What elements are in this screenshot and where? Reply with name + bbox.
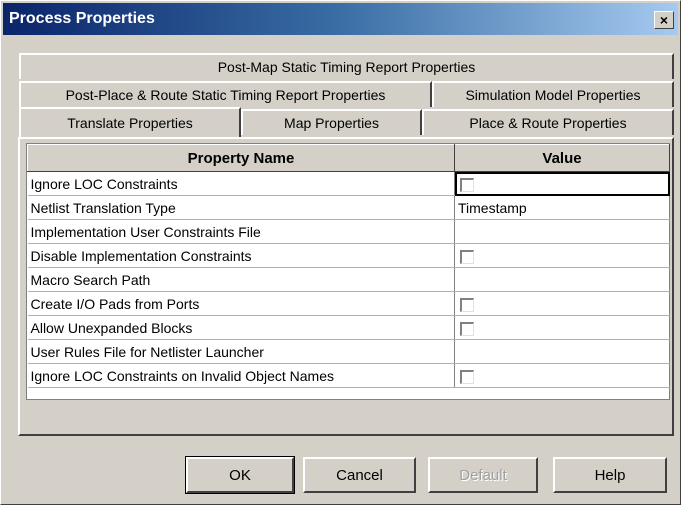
tab-label: Map Properties — [284, 115, 379, 131]
help-button[interactable]: Help — [553, 457, 667, 493]
table-row[interactable]: User Rules File for Netlister Launcher — [27, 339, 670, 364]
property-name-cell[interactable]: Allow Unexpanded Blocks — [27, 315, 455, 340]
cancel-label: Cancel — [336, 466, 383, 484]
default-button[interactable]: Default — [428, 457, 538, 493]
property-name-cell[interactable]: Netlist Translation Type — [27, 195, 455, 220]
tab-label: Simulation Model Properties — [465, 87, 641, 103]
property-name-cell[interactable]: Ignore LOC Constraints — [27, 171, 455, 196]
tab-label: Post-Place & Route Static Timing Report … — [65, 87, 386, 103]
table-row[interactable]: Implementation User Constraints File — [27, 219, 670, 244]
ok-label: OK — [229, 466, 251, 484]
property-name-cell[interactable]: Ignore LOC Constraints on Invalid Object… — [27, 363, 455, 388]
column-header-property-name[interactable]: Property Name — [27, 144, 455, 172]
tab-translate[interactable]: Translate Properties — [19, 107, 241, 137]
close-button[interactable]: × — [654, 11, 674, 29]
table-row[interactable]: Allow Unexpanded Blocks — [27, 315, 670, 340]
tab-simulation-model[interactable]: Simulation Model Properties — [432, 81, 674, 107]
table-row[interactable]: Create I/O Pads from Ports — [27, 291, 670, 316]
property-checkbox[interactable] — [460, 369, 474, 384]
tab-post-map-static-timing[interactable]: Post-Map Static Timing Report Properties — [19, 53, 674, 79]
property-value-cell[interactable] — [454, 267, 670, 292]
property-checkbox[interactable] — [460, 177, 474, 192]
close-icon: × — [659, 12, 669, 28]
tab-label: Post-Map Static Timing Report Properties — [217, 59, 476, 75]
property-name-cell[interactable]: Disable Implementation Constraints — [27, 243, 455, 268]
tab-map[interactable]: Map Properties — [241, 109, 422, 135]
property-checkbox[interactable] — [460, 297, 474, 312]
ok-button[interactable]: OK — [185, 456, 295, 494]
tab-label: Translate Properties — [67, 115, 193, 131]
property-name-cell[interactable]: Macro Search Path — [27, 267, 455, 292]
cancel-button[interactable]: Cancel — [303, 457, 416, 493]
default-label: Default — [459, 466, 507, 484]
tab-post-par-static-timing[interactable]: Post-Place & Route Static Timing Report … — [19, 81, 432, 107]
property-value-checkbox-cell[interactable] — [454, 171, 670, 196]
table-row[interactable]: Disable Implementation Constraints — [27, 243, 670, 268]
tab-label: Place & Route Properties — [469, 115, 627, 131]
property-checkbox[interactable] — [460, 321, 474, 336]
tab-panel: Property Name Value Ignore LOC Constrain… — [18, 137, 674, 436]
property-grid: Property Name Value Ignore LOC Constrain… — [26, 143, 670, 400]
property-value-checkbox-cell[interactable] — [454, 291, 670, 316]
property-value-checkbox-cell[interactable] — [454, 243, 670, 268]
title-bar[interactable]: Process Properties × — [3, 3, 678, 35]
property-checkbox[interactable] — [460, 249, 474, 264]
property-name-cell[interactable]: User Rules File for Netlister Launcher — [27, 339, 455, 364]
property-value-checkbox-cell[interactable] — [454, 363, 670, 388]
property-name-cell[interactable]: Create I/O Pads from Ports — [27, 291, 455, 316]
column-header-value[interactable]: Value — [454, 144, 670, 172]
help-label: Help — [594, 466, 626, 484]
table-row[interactable]: Netlist Translation Type Timestamp — [27, 195, 670, 220]
property-name-cell[interactable]: Implementation User Constraints File — [27, 219, 455, 244]
property-value-cell[interactable]: Timestamp — [454, 195, 670, 220]
tab-place-route[interactable]: Place & Route Properties — [422, 109, 674, 135]
table-row[interactable]: Macro Search Path — [27, 267, 670, 292]
process-properties-dialog: Process Properties × Post-Map Static Tim… — [0, 0, 681, 505]
window-title: Process Properties — [9, 10, 155, 27]
property-value-checkbox-cell[interactable] — [454, 315, 670, 340]
table-row[interactable]: Ignore LOC Constraints on Invalid Object… — [27, 363, 670, 388]
property-value-cell[interactable] — [454, 219, 670, 244]
property-value-cell[interactable] — [454, 339, 670, 364]
table-row[interactable]: Ignore LOC Constraints — [27, 171, 670, 196]
